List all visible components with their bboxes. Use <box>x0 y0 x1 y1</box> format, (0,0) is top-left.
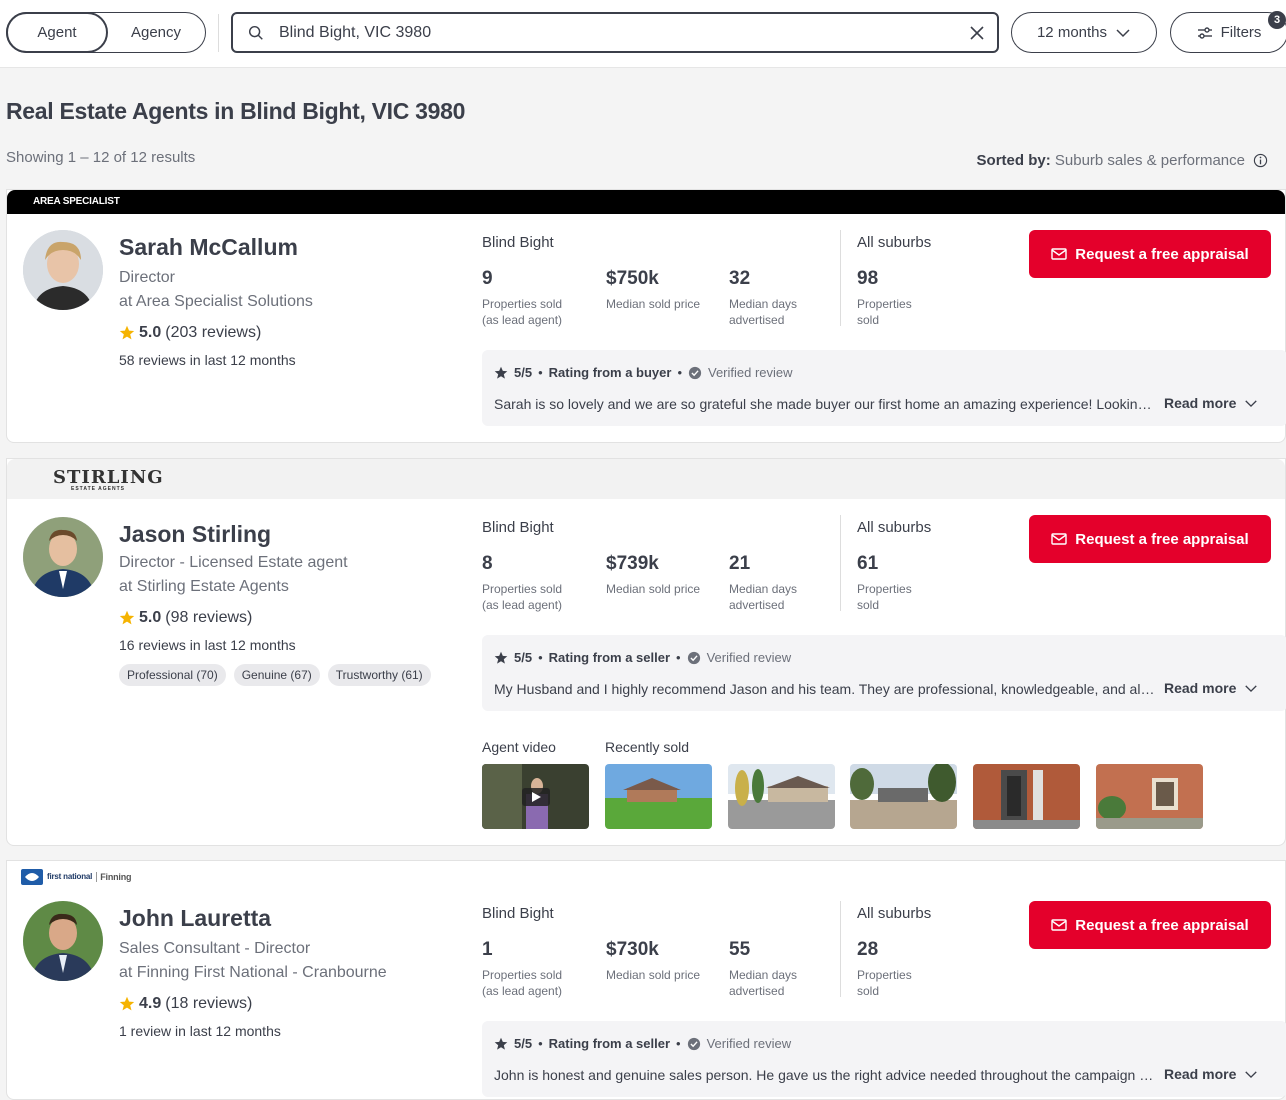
divider <box>840 901 841 997</box>
read-more-link[interactable]: Read more <box>1164 680 1258 696</box>
all-suburbs-stats: All suburbs 61 Properties sold <box>857 519 932 612</box>
suburb-heading: Blind Bight <box>482 234 554 251</box>
star-icon <box>494 366 508 379</box>
sort-control[interactable]: Sorted by: Suburb sales & performance <box>977 152 1268 169</box>
recent-reviews: 58 reviews in last 12 months <box>119 352 296 368</box>
chevron-down-icon <box>1245 1070 1258 1078</box>
stat-days: 32 Median days advertised <box>729 268 798 327</box>
filters-label: Filters <box>1220 24 1262 41</box>
avatar[interactable] <box>23 230 103 310</box>
agent-rating: 5.0 (98 reviews) <box>119 609 252 627</box>
tag-professional: Professional (70) <box>119 664 226 686</box>
divider <box>840 515 841 611</box>
agent-video-thumbnail[interactable] <box>482 764 589 829</box>
verified-icon <box>687 651 700 664</box>
agent-card[interactable]: AREA SPECIALIST Sarah McCallum Director … <box>6 189 1286 443</box>
recent-reviews: 16 reviews in last 12 months <box>119 637 296 653</box>
agency-logo: AREA SPECIALIST <box>7 190 1285 214</box>
sort-text: Sorted by: Suburb sales & performance <box>976 152 1245 169</box>
review-snippet[interactable]: 5/5 • Rating from a seller • Verified revie… <box>482 635 1286 711</box>
filters-count-badge: 3 <box>1268 11 1286 29</box>
review-text: My Husband and I highly recommend Jason … <box>494 681 1158 697</box>
agent-card[interactable]: first national Finning John Lauretta Sal… <box>6 860 1286 1100</box>
search-toolbar: Agent Agency 12 months Filters 3 <box>0 0 1286 68</box>
tag-genuine: Genuine (67) <box>233 664 320 686</box>
avatar[interactable] <box>23 901 103 981</box>
agent-role: Sales Consultant - Director <box>119 940 311 957</box>
tag-trustworthy: Trustworthy (61) <box>327 664 431 686</box>
review-snippet[interactable]: 5/5 • Rating from a buyer • Verified review… <box>482 350 1286 426</box>
star-icon <box>119 325 135 340</box>
agent-rating: 4.9 (18 reviews) <box>119 995 252 1013</box>
agent-agency: at Area Specialist Solutions <box>119 293 313 310</box>
verified-icon <box>688 366 702 379</box>
chevron-down-icon <box>1116 28 1130 37</box>
all-suburbs-stats: All suburbs 28 Properties sold <box>857 905 932 998</box>
avatar[interactable] <box>23 517 103 597</box>
agent-name[interactable]: John Lauretta <box>119 905 271 932</box>
mail-icon <box>1051 919 1067 931</box>
all-suburbs-stats: All suburbs 98 Properties sold <box>857 234 932 327</box>
agent-name[interactable]: Sarah McCallum <box>119 234 298 261</box>
sliders-icon <box>1197 26 1212 39</box>
sold-property-thumbnail[interactable] <box>1096 764 1203 829</box>
period-dropdown[interactable]: 12 months <box>1011 12 1157 53</box>
agency-logo: first national Finning <box>7 861 1285 889</box>
clear-icon[interactable] <box>967 23 987 43</box>
star-icon <box>119 610 135 625</box>
tab-agent[interactable]: Agent <box>6 12 108 53</box>
suburb-stats: Blind Bight 1 Properties sold (as lead age… <box>482 905 798 998</box>
agent-video-label: Agent video <box>482 739 556 755</box>
read-more-link[interactable]: Read more <box>1164 395 1258 411</box>
location-search[interactable] <box>231 12 999 53</box>
sold-property-thumbnail[interactable] <box>605 764 712 829</box>
suburb-stats: Blind Bight 8 Properties sold (as lead age… <box>482 519 798 612</box>
request-appraisal-button[interactable]: Request a free appraisal <box>1029 230 1271 278</box>
agent-role: Director <box>119 269 176 286</box>
divider <box>218 14 219 52</box>
sold-property-thumbnail[interactable] <box>850 764 957 829</box>
chevron-down-icon <box>1245 684 1258 692</box>
agency-logo: STIRLING ESTATE AGENTS <box>7 459 1285 499</box>
search-input[interactable] <box>279 23 959 42</box>
request-appraisal-button[interactable]: Request a free appraisal <box>1029 901 1271 949</box>
mail-icon <box>1051 533 1067 545</box>
results-count: Showing 1 – 12 of 12 results <box>6 149 196 166</box>
review-tags: Professional (70) Genuine (67) Trustwort… <box>119 664 431 686</box>
mail-icon <box>1051 248 1067 260</box>
period-label: 12 months <box>1036 24 1108 41</box>
recently-sold-label: Recently sold <box>605 739 690 755</box>
agent-name[interactable]: Jason Stirling <box>119 521 271 548</box>
divider <box>840 230 841 326</box>
star-icon <box>494 651 508 664</box>
agent-rating: 5.0 (203 reviews) <box>119 324 261 342</box>
review-text: John is honest and genuine sales person.… <box>494 1067 1158 1083</box>
tab-agency[interactable]: Agency <box>107 13 205 52</box>
sold-property-thumbnail[interactable] <box>973 764 1080 829</box>
agent-agency: at Finning First National - Cranbourne <box>119 964 387 981</box>
recent-reviews: 1 review in last 12 months <box>119 1023 281 1039</box>
agent-agency: at Stirling Estate Agents <box>119 578 289 595</box>
verified-icon <box>687 1037 700 1050</box>
agent-agency-toggle: Agent Agency <box>6 12 206 53</box>
suburb-stats: Blind Bight 9 Properties sold (as lead age… <box>482 234 822 327</box>
page-title: Real Estate Agents in Blind Bight, VIC 3… <box>6 98 466 124</box>
agent-card[interactable]: STIRLING ESTATE AGENTS Jason Stirling Di… <box>6 458 1286 846</box>
agent-role: Director - Licensed Estate agent <box>119 554 348 571</box>
info-icon[interactable] <box>1253 153 1268 168</box>
sold-property-thumbnail[interactable] <box>728 764 835 829</box>
stat-sold: 9 Properties sold (as lead agent) <box>482 268 563 327</box>
first-national-logo-icon <box>21 869 43 885</box>
request-appraisal-button[interactable]: Request a free appraisal <box>1029 515 1271 563</box>
review-text: Sarah is so lovely and we are so gratefu… <box>494 396 1158 412</box>
search-icon <box>248 25 263 40</box>
read-more-link[interactable]: Read more <box>1164 1066 1258 1082</box>
chevron-down-icon <box>1245 399 1258 407</box>
star-icon <box>119 996 135 1011</box>
stat-price: $750k Median sold price <box>606 268 701 311</box>
star-icon <box>494 1037 508 1050</box>
